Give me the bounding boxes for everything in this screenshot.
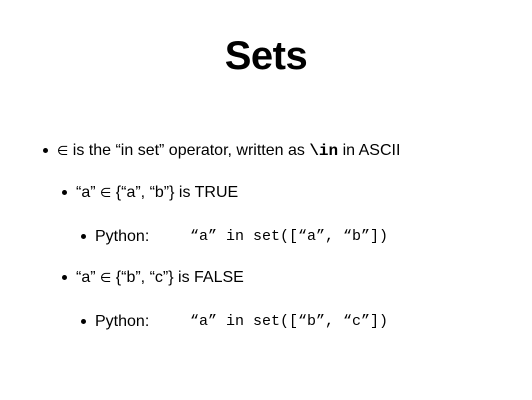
- bullet-1: [43, 148, 48, 153]
- python-label-2: Python:: [95, 313, 150, 330]
- element-of-symbol: ∈: [100, 185, 112, 200]
- slide: Sets ∈ is the “in set” operator, written…: [0, 0, 532, 400]
- element-of-symbol: ∈: [57, 143, 69, 158]
- bullet-2a: [81, 234, 86, 239]
- lhs-text: “a”: [76, 269, 100, 286]
- bullet-2-text: “a” ∈ {“a”, “b”} is TRUE: [76, 183, 238, 203]
- bullet-3: [62, 275, 67, 280]
- rhs-text: {“b”, “c”} is FALSE: [111, 269, 244, 286]
- python-code-2: “a” in set([“b”, “c”]): [190, 313, 389, 330]
- text-part: in ASCII: [338, 142, 401, 159]
- slide-title: Sets: [224, 34, 308, 78]
- bullet-2: [62, 190, 67, 195]
- bullet-1-text: ∈ is the “in set” operator, written as \…: [57, 141, 400, 161]
- python-code-1: “a” in set([“a”, “b”]): [190, 228, 389, 245]
- element-of-symbol: ∈: [100, 270, 112, 285]
- bullet-3a: [81, 319, 86, 324]
- rhs-text: {“a”, “b”} is TRUE: [111, 184, 239, 201]
- ascii-code: \in: [309, 142, 339, 160]
- text-part: is the “in set” operator, written as: [68, 142, 310, 159]
- bullet-3-text: “a” ∈ {“b”, “c”} is FALSE: [76, 268, 244, 288]
- lhs-text: “a”: [76, 184, 100, 201]
- python-label-1: Python:: [95, 228, 150, 245]
